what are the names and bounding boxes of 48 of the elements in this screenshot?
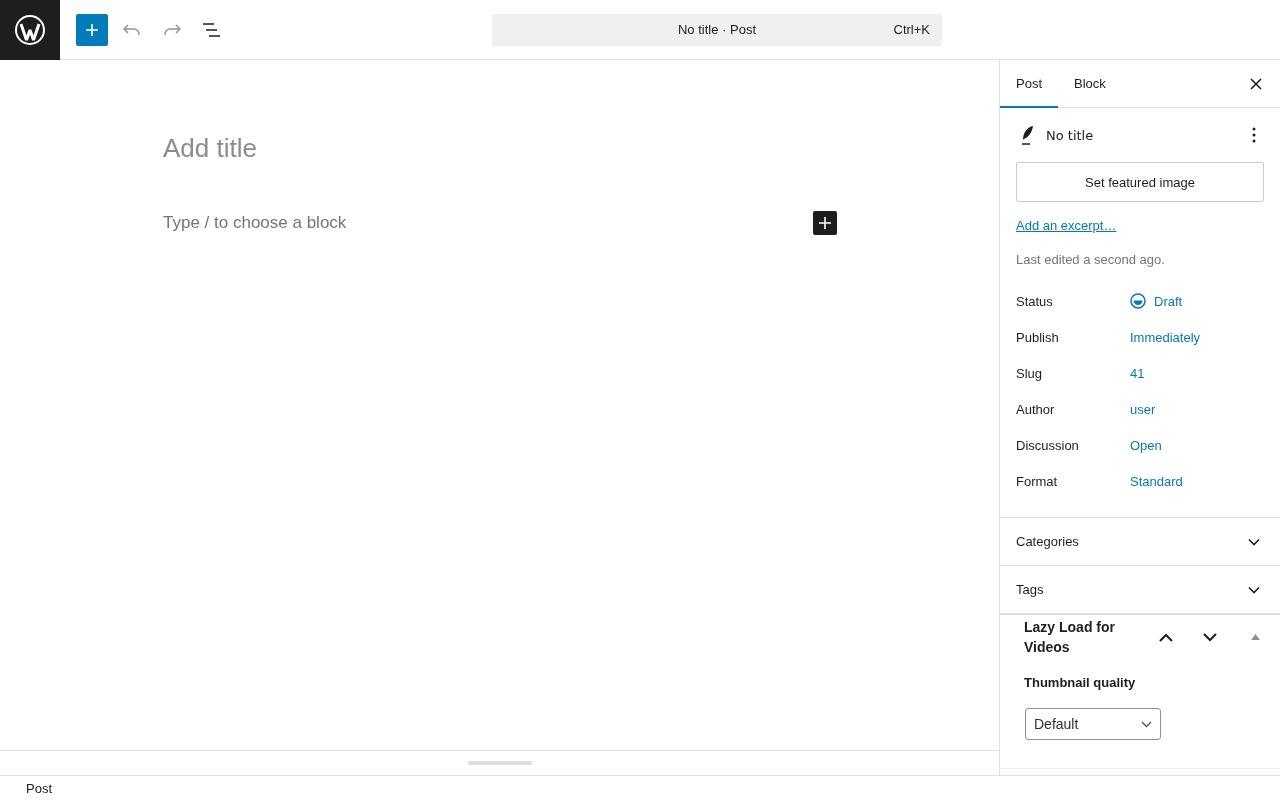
sidebar-tab[interactable]: Block bbox=[1058, 60, 1122, 108]
field-value-link[interactable]: Open bbox=[1130, 437, 1162, 453]
plus-icon bbox=[819, 217, 831, 229]
plus-icon bbox=[85, 22, 99, 37]
chevron-icon bbox=[1248, 585, 1260, 594]
field-value-link[interactable]: user bbox=[1130, 401, 1156, 417]
field-label: Publish bbox=[1016, 329, 1060, 345]
panel-toggle[interactable]: Categories bbox=[1000, 518, 1280, 565]
chevron-icon bbox=[1141, 720, 1152, 728]
title-placeholder[interactable]: Add title bbox=[163, 132, 257, 164]
list-icon bbox=[202, 22, 222, 37]
field-label: Thumbnail quality bbox=[1024, 675, 1137, 690]
feather-icon bbox=[1020, 125, 1034, 145]
post-title: No title bbox=[1046, 127, 1095, 143]
keyboard-shortcut: Ctrl+K bbox=[893, 22, 930, 37]
wordpress-logo[interactable] bbox=[0, 0, 60, 60]
field-label: Discussion bbox=[1016, 437, 1080, 453]
chevron-up-icon bbox=[1159, 632, 1173, 642]
add-excerpt-link[interactable]: Add an excerpt… bbox=[1016, 218, 1117, 233]
block-placeholder[interactable]: Type / to choose a block bbox=[163, 213, 347, 233]
breadcrumb[interactable]: Post bbox=[26, 780, 52, 796]
field-label: Slug bbox=[1016, 365, 1044, 381]
last-edited-text: Last edited a second ago. bbox=[1016, 252, 1166, 267]
redo-icon bbox=[163, 23, 181, 36]
sidebar-tab[interactable]: Post bbox=[1000, 60, 1058, 108]
field-value-link[interactable]: Standard bbox=[1130, 473, 1183, 489]
close-icon bbox=[1250, 77, 1262, 90]
status-link[interactable]: Draft bbox=[1130, 293, 1183, 309]
resize-handle[interactable] bbox=[467, 761, 532, 765]
field-label: Status bbox=[1016, 293, 1054, 309]
field-value-link[interactable]: Immediately bbox=[1130, 329, 1201, 345]
panel-title: Lazy Load for Videos bbox=[1024, 618, 1116, 657]
chevron-icon bbox=[1248, 537, 1260, 546]
triangle-icon bbox=[1251, 634, 1260, 640]
chevron-down-icon bbox=[1203, 632, 1217, 642]
thumbnail-quality-select[interactable]: Default bbox=[1025, 708, 1161, 740]
undo-icon bbox=[123, 23, 141, 36]
field-label: Author bbox=[1016, 401, 1056, 417]
field-label: Format bbox=[1016, 473, 1059, 489]
panel-toggle[interactable]: Tags bbox=[1000, 566, 1280, 613]
set-featured-image-button[interactable]: Set featured image bbox=[1016, 162, 1264, 202]
command-bar[interactable]: No title · Post Ctrl+K bbox=[492, 13, 942, 46]
vertical-ellipsis-icon bbox=[1252, 127, 1256, 143]
add-block-button[interactable] bbox=[813, 211, 837, 235]
command-bar-title: No title · Post bbox=[678, 22, 756, 37]
half-circle-icon bbox=[1130, 293, 1146, 309]
wordpress-logo-icon bbox=[14, 13, 46, 46]
field-value-link[interactable]: 41 bbox=[1130, 365, 1145, 381]
